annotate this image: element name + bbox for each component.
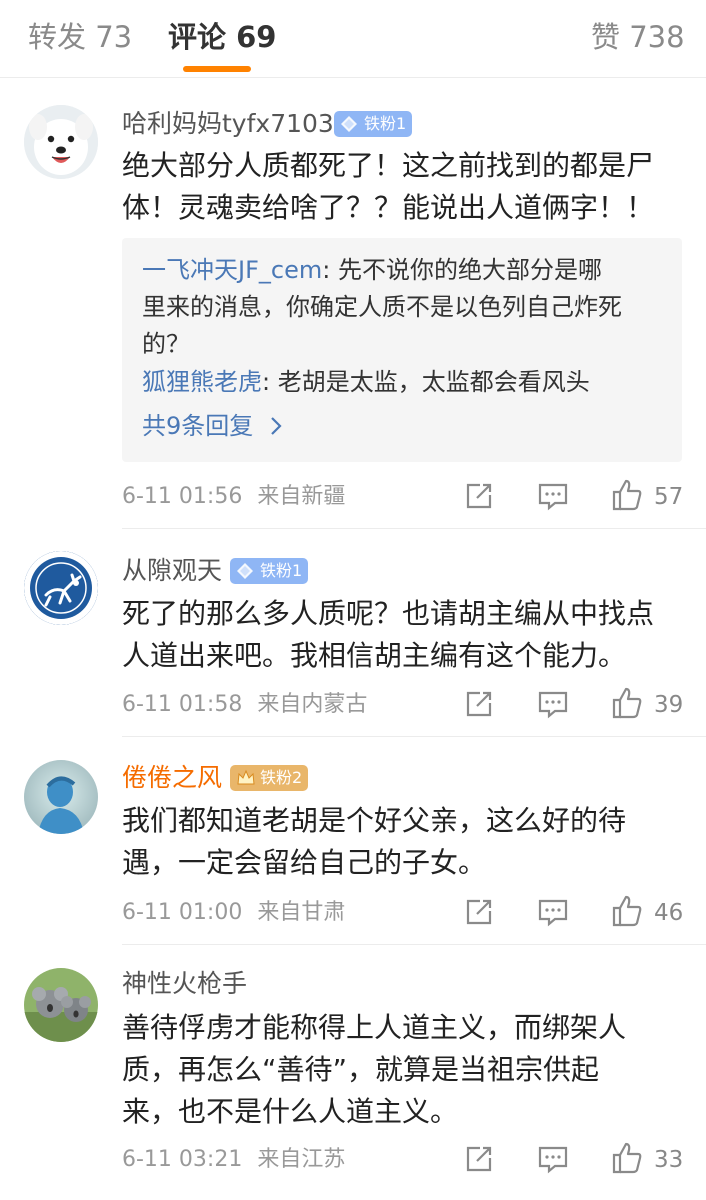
comment-text: 善待俘虏才能称得上人道主义，而绑架人 质，再怎么“善待”，就算是当祖宗供起 来，… <box>122 1007 692 1133</box>
diamond-icon <box>237 563 253 579</box>
comment-text-line: 我们都知道老胡是个好父亲，这么好的待 <box>122 804 627 837</box>
comment-text-line: 体！灵魂卖给啥了？？能说出人道俩字！！ <box>122 191 655 224</box>
comment-username[interactable]: 哈利妈妈tyfx7103 <box>122 108 334 140</box>
fan-badge: 铁粉2 <box>230 765 309 791</box>
comment-time: 6-11 01:00 <box>122 900 243 925</box>
comment-username[interactable]: 神性火枪手 <box>122 968 247 1000</box>
comment-text-line: 来，也不是什么人道主义。 <box>122 1095 459 1128</box>
comment-text-line: 人道出来吧。我相信胡主编有这个能力。 <box>122 639 627 672</box>
tab-comments[interactable]: 评论 69 <box>168 18 276 56</box>
comment-text-line: 善待俘虏才能称得上人道主义，而绑架人 <box>122 1011 627 1044</box>
comment-username[interactable]: 倦倦之风 <box>122 762 222 794</box>
white-dog-avatar[interactable] <box>24 105 98 179</box>
comment-text: 死了的那么多人质呢？也请胡主编从中找点 人道出来吧。我相信胡主编有这个能力。 <box>122 593 692 677</box>
thumbs-up-icon[interactable] <box>611 478 643 516</box>
active-tab-indicator <box>183 66 251 72</box>
reply-comment-icon[interactable] <box>537 897 569 931</box>
koala-avatar[interactable] <box>24 968 98 1042</box>
fan-badge-label: 铁粉1 <box>364 114 407 133</box>
share-icon[interactable] <box>464 897 494 931</box>
comment-time: 6-11 01:56 <box>122 484 243 509</box>
comment-text-line: 绝大部分人质都死了！这之前找到的都是尸 <box>122 149 655 182</box>
tab-repost[interactable]: 转发 73 <box>28 18 132 56</box>
thumbs-up-icon[interactable] <box>611 1141 643 1179</box>
like-count: 57 <box>654 484 684 510</box>
fan-badge: 铁粉1 <box>334 111 413 137</box>
thumbs-up-icon[interactable] <box>611 686 643 724</box>
reply-username[interactable]: 一飞冲天JF_cem <box>142 256 322 284</box>
comment-text-line: 质，再怎么“善待”，就算是当祖宗供起 <box>122 1053 600 1086</box>
replies-box[interactable]: 一飞冲天JF_cem: 先不说你的绝大部分是哪 里来的消息，你确定人质不是以色列… <box>122 238 682 462</box>
comment-meta: 6-11 01:56 来自新疆 <box>122 482 345 512</box>
reply-text: 的？ <box>142 330 190 358</box>
fan-badge-label: 铁粉2 <box>260 768 303 787</box>
comment-time: 6-11 03:21 <box>122 1147 243 1172</box>
share-icon[interactable] <box>464 1144 494 1178</box>
comment-text-line: 遇，一定会留给自己的子女。 <box>122 846 487 879</box>
comment-text-line: 死了的那么多人质呢？也请胡主编从中找点 <box>122 597 655 630</box>
blue-silhouette-avatar[interactable] <box>24 760 98 834</box>
reply-text: 先不说你的绝大部分是哪 <box>337 256 602 284</box>
comment-item: 神性火枪手 善待俘虏才能称得上人道主义，而绑架人 质，再怎么“善待”，就算是当祖… <box>0 945 706 1200</box>
comment-meta: 6-11 01:58 来自内蒙古 <box>122 690 367 720</box>
reply-text: 老胡是太监，太监都会看风头 <box>277 368 590 396</box>
share-icon[interactable] <box>464 689 494 723</box>
comment-location: 来自甘肃 <box>257 900 346 925</box>
comment-item: 哈利妈妈tyfx7103 铁粉1 绝大部分人质都死了！这之前找到的都是尸 体！灵… <box>0 78 706 529</box>
chevron-right-icon <box>271 417 282 435</box>
comment-meta: 6-11 03:21 来自江苏 <box>122 1145 345 1175</box>
comment-location: 来自新疆 <box>257 484 346 509</box>
reply-comment-icon[interactable] <box>537 481 569 515</box>
comment-location: 来自内蒙古 <box>257 692 368 717</box>
thumbs-up-icon[interactable] <box>611 894 643 932</box>
more-replies-label: 共9条回复 <box>142 412 254 440</box>
deer-logo-avatar[interactable] <box>24 551 98 625</box>
like-count: 46 <box>654 900 684 926</box>
reply-comment-icon[interactable] <box>537 1144 569 1178</box>
reply-comment-icon[interactable] <box>537 689 569 723</box>
comment-meta: 6-11 01:00 来自甘肃 <box>122 898 345 928</box>
comment-location: 来自江苏 <box>257 1147 346 1172</box>
fan-badge-label: 铁粉1 <box>260 561 303 580</box>
reply-text: 里来的消息，你确定人质不是以色列自己炸死 <box>142 293 622 321</box>
comment-text: 绝大部分人质都死了！这之前找到的都是尸 体！灵魂卖给啥了？？能说出人道俩字！！ <box>122 145 692 229</box>
fan-badge: 铁粉1 <box>230 558 309 584</box>
reply-username[interactable]: 狐狸熊老虎 <box>142 368 262 396</box>
like-count: 39 <box>654 692 684 718</box>
crown-icon <box>237 769 255 785</box>
diamond-icon <box>341 116 357 132</box>
share-icon[interactable] <box>464 481 494 515</box>
like-count: 33 <box>654 1147 684 1173</box>
comment-text: 我们都知道老胡是个好父亲，这么好的待 遇，一定会留给自己的子女。 <box>122 800 692 884</box>
comment-time: 6-11 01:58 <box>122 692 243 717</box>
tab-likes[interactable]: 赞 738 <box>591 18 685 56</box>
reply-item: 狐狸熊老虎: 老胡是太监，太监都会看风头 <box>142 368 590 396</box>
comment-item: 倦倦之风 铁粉2 我们都知道老胡是个好父亲，这么好的待 遇，一定会留给自己的子女… <box>0 737 706 945</box>
comment-tabs: 转发 73 评论 69 赞 738 <box>0 0 706 78</box>
comment-item: 从隙观天 铁粉1 死了的那么多人质呢？也请胡主编从中找点 人道出来吧。我相信胡主… <box>0 529 706 737</box>
more-replies-link[interactable]: 共9条回复 <box>142 410 283 442</box>
reply-item: 一飞冲天JF_cem: 先不说你的绝大部分是哪 里来的消息，你确定人质不是以色列… <box>142 252 622 363</box>
comment-username[interactable]: 从隙观天 <box>122 555 222 587</box>
